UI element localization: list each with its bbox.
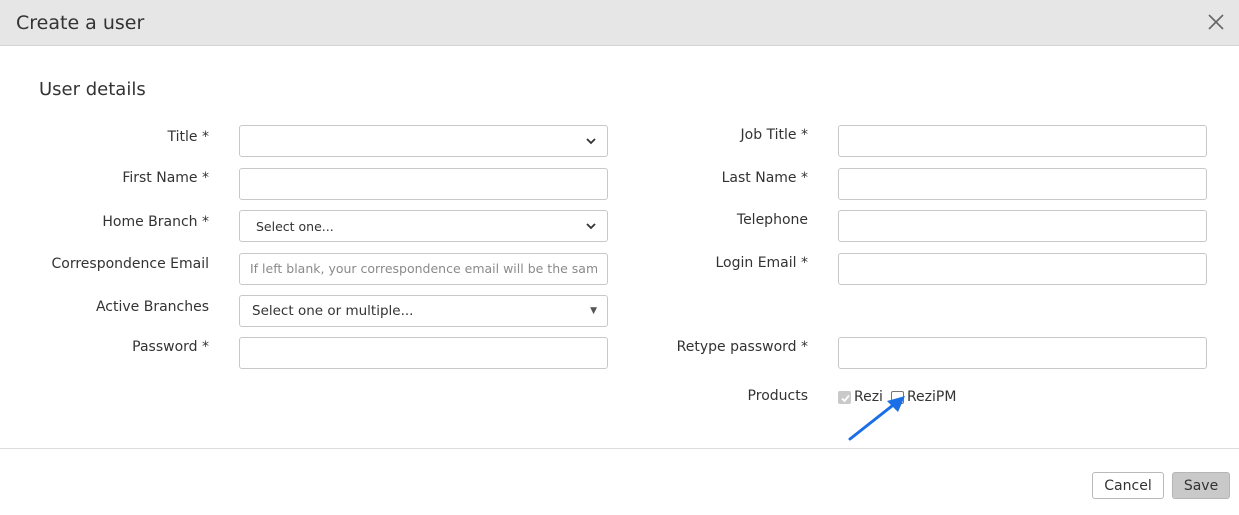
active-branches-select[interactable]: Select one or multiple... ▼ [239, 295, 608, 327]
caret-down-icon: ▼ [590, 306, 597, 316]
annotation-arrow-icon [848, 396, 905, 441]
password-input[interactable] [239, 337, 608, 369]
close-icon [1208, 14, 1224, 30]
footer-divider [0, 448, 1239, 449]
correspondence-email-label: Correspondence Email [51, 256, 209, 272]
correspondence-email-input[interactable] [239, 253, 608, 285]
dialog-header: Create a user [0, 0, 1239, 46]
job-title-input[interactable] [838, 125, 1207, 157]
retype-password-input[interactable] [838, 337, 1207, 369]
telephone-input[interactable] [838, 210, 1207, 242]
section-title: User details [39, 79, 146, 100]
chevron-down-icon [586, 138, 596, 145]
active-branches-select-value: Select one or multiple... [252, 303, 414, 319]
first-name-input[interactable] [239, 168, 608, 200]
products-label: Products [747, 388, 808, 404]
chevron-down-icon [586, 223, 596, 230]
dialog-title: Create a user [16, 12, 145, 34]
title-select[interactable] [239, 125, 608, 157]
job-title-label: Job Title * [740, 127, 808, 143]
home-branch-select-value: Select one... [256, 218, 334, 234]
home-branch-label: Home Branch * [102, 214, 209, 230]
save-button[interactable]: Save [1172, 472, 1230, 499]
login-email-input[interactable] [838, 253, 1207, 285]
retype-password-label: Retype password * [676, 339, 808, 355]
active-branches-label: Active Branches [95, 299, 209, 315]
title-label: Title * [167, 129, 209, 145]
first-name-label: First Name * [122, 170, 209, 186]
last-name-input[interactable] [838, 168, 1207, 200]
home-branch-select[interactable]: Select one... [239, 210, 608, 242]
last-name-label: Last Name * [721, 170, 808, 186]
login-email-label: Login Email * [715, 255, 808, 271]
close-button[interactable] [1205, 11, 1227, 33]
telephone-label: Telephone [736, 212, 808, 228]
cancel-button[interactable]: Cancel [1092, 472, 1164, 499]
password-label: Password * [132, 339, 209, 355]
